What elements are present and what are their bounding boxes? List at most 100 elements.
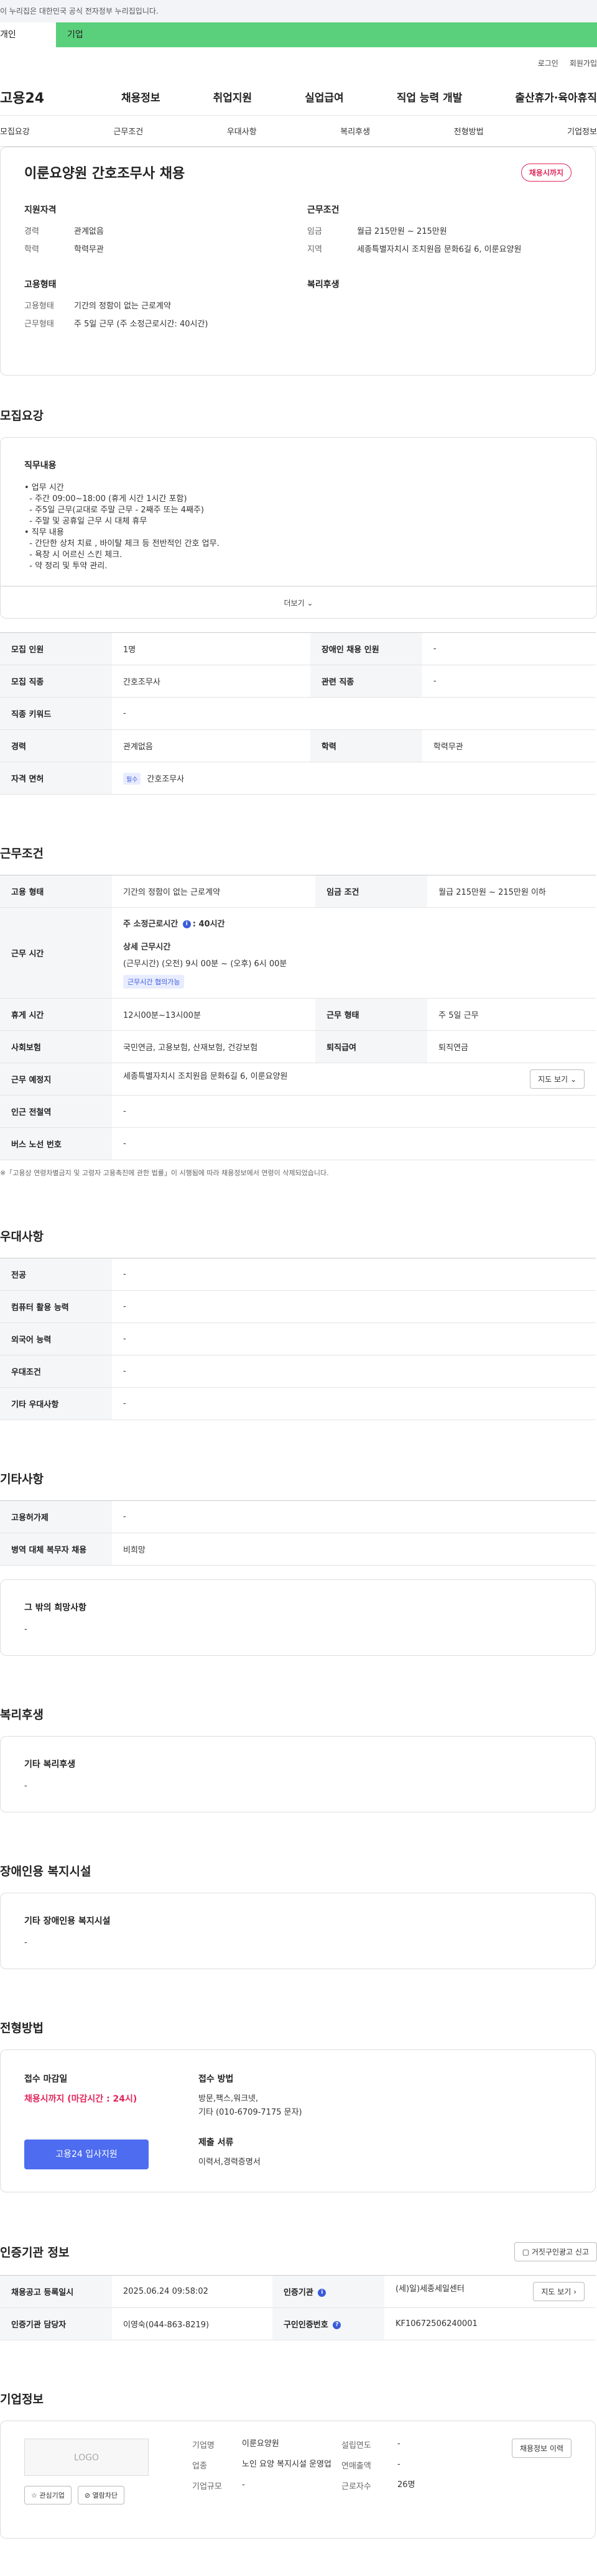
cell-key: 사회보험: [0, 1030, 112, 1063]
company-sales-val: -: [397, 2460, 400, 2469]
recruit-heading: 모집요강: [0, 409, 44, 423]
cell-val: 국민연금, 고용보험, 산재보험, 건강보험: [112, 1030, 316, 1063]
wish-box: 그 밖의 희망사항 -: [0, 1579, 596, 1656]
cell-key: 컴퓨터 활용 능력: [0, 1290, 112, 1323]
summary-emptype-val: 기간의 정함이 없는 근로계약: [74, 302, 171, 311]
tab-company[interactable]: 기업: [56, 22, 597, 47]
section-tab-selection[interactable]: 전형방법: [454, 125, 484, 137]
apply-button[interactable]: 고용24 입사지원: [24, 2140, 149, 2169]
document-icon: ▢: [522, 2248, 530, 2256]
chevron-down-icon: ⌄: [570, 1075, 576, 1084]
job-history-button[interactable]: 채용정보 이력: [511, 2439, 572, 2458]
section-tab-preference[interactable]: 우대사항: [227, 125, 257, 137]
company-founded-val: -: [397, 2439, 400, 2449]
cell-val: 비희망: [112, 1533, 596, 1566]
docs-label: 제출 서류: [198, 2138, 234, 2148]
disability-heading: 장애인용 복지시설: [0, 1865, 91, 1878]
cell-key: 채용공고 등록일시: [0, 2275, 112, 2308]
favorite-company-button[interactable]: ☆ 관심기업: [24, 2486, 72, 2504]
map-button[interactable]: 지도 보기 ⌄: [530, 1069, 585, 1089]
cell-key: 경력: [0, 729, 112, 762]
cell-key: 우대조건: [0, 1355, 112, 1388]
company-industry-val: 노인 요양 복지시설 운영업: [242, 2460, 331, 2469]
section-tab-welfare[interactable]: 복리후생: [340, 125, 370, 137]
duty-line: - 주간 09:00~18:00 (휴게 시간 1시간 포함): [24, 494, 187, 504]
place-val: 세종특별자치시 조치원읍 문화6길 6, 이룬요양원: [123, 1072, 288, 1081]
site-logo[interactable]: 고용24: [0, 87, 68, 107]
utility-bar: 로그인 회원가입: [0, 47, 597, 78]
cell-key: 병역 대체 복무자 채용: [0, 1533, 112, 1566]
cell-val: 기간의 정함이 없는 근로계약: [112, 875, 316, 908]
section-tab-recruit[interactable]: 모집요강: [0, 125, 30, 137]
section-tab-company[interactable]: 기업정보: [567, 125, 597, 137]
more-button[interactable]: 더보기 ⌄: [0, 586, 597, 619]
conditions-table: 고용 형태 기간의 정함이 없는 근로계약 임금 조건 월급 215만원 ~ 2…: [0, 875, 596, 1160]
company-box: LOGO ☆ 관심기업 ⊘ 열람차단 기업명 이룬요양원 설립연도 - 업종 노…: [0, 2421, 596, 2539]
conditions-section-heading: 근무조건: [0, 847, 44, 861]
agency-map-label: 지도 보기: [541, 2287, 572, 2296]
cell-val: -: [112, 1500, 596, 1533]
cell-val: 간호조무사: [112, 665, 310, 698]
cell-key: 퇴직급여: [315, 1030, 428, 1063]
info-icon[interactable]: i: [182, 920, 191, 928]
chevron-down-icon: ⌄: [307, 599, 313, 607]
docs-val: 이력서,경력증명서: [198, 2158, 261, 2167]
employment-type-heading: 고용형태: [24, 280, 57, 290]
cell-key: 인근 전철역: [0, 1095, 112, 1128]
cell-key: 기타 우대사항: [0, 1387, 112, 1420]
summary-wage-val: 월급 215만원 ~ 215만원: [357, 227, 447, 236]
license-cell: 필수 간호조무사: [112, 762, 596, 795]
gnb-unemployment-benefit[interactable]: 실업급여: [305, 89, 344, 104]
company-name-key: 기업명: [192, 2441, 215, 2450]
gnb-skill-development[interactable]: 직업 능력 개발: [397, 89, 463, 104]
duty-line: - 주5일 근무(교대로 주말 근무 - 2째주 또는 4째주): [24, 506, 204, 515]
cell-key: 근무 예정지: [0, 1063, 112, 1096]
star-icon: ☆: [31, 2491, 37, 2500]
hours-detail: (근무시간) (오전) 9시 00분 ~ (오후) 6시 00분: [123, 959, 287, 969]
summary-region-key: 지역: [307, 245, 322, 254]
summary-worktype-val: 주 5일 근무 (주 소정근로시간: 40시간): [74, 320, 208, 329]
duty-line: - 주말 및 공휴일 근무 시 대체 휴무: [24, 517, 147, 526]
fav-label: 관심기업: [39, 2491, 65, 2500]
more-label: 더보기: [284, 599, 305, 607]
method-label: 접수 방법: [198, 2074, 234, 2084]
hours-cell: 주 소정근로시간 i: 40시간 상세 근무시간 (근무시간) (오전) 9시 …: [112, 907, 596, 999]
agency-val-cell: (세)일)세종세일센터 지도 보기 ›: [384, 2275, 596, 2308]
method-val-1: 방문,팩스,워크넷,: [198, 2094, 259, 2103]
report-button[interactable]: ▢ 거짓구인광고 신고: [514, 2242, 597, 2261]
login-link[interactable]: 로그인: [538, 58, 558, 68]
welfare-box-val: -: [24, 1781, 27, 1791]
company-founded-key: 설립연도: [341, 2441, 371, 2450]
duty-heading: 직무내용: [24, 461, 57, 471]
cell-val: -: [112, 1323, 596, 1355]
place-cell: 세종특별자치시 조치원읍 문화6길 6, 이룬요양원 지도 보기 ⌄: [112, 1063, 596, 1096]
duty-line: • 업무 시간: [24, 483, 64, 492]
block-view-button[interactable]: ⊘ 열람차단: [77, 2486, 125, 2504]
cell-key: 고용허가제: [0, 1500, 112, 1533]
required-badge: 필수: [123, 772, 141, 785]
signup-link[interactable]: 회원가입: [570, 58, 597, 68]
age-note: ※「고용상 연령차별금지 및 고령자 고용촉진에 관한 법률」이 시행됨에 따라…: [0, 1169, 329, 1177]
info-icon[interactable]: i: [318, 2289, 326, 2297]
section-tab-conditions[interactable]: 근무조건: [113, 125, 143, 137]
cell-key: 직종 키워드: [0, 697, 112, 730]
agency-map-button[interactable]: 지도 보기 ›: [533, 2282, 585, 2301]
cell-val: 주 5일 근무: [427, 998, 596, 1031]
tab-personal[interactable]: 개인: [0, 22, 56, 47]
cell-val: -: [112, 1387, 596, 1420]
gnb-jobs[interactable]: 채용정보: [121, 89, 160, 104]
summary-wage-key: 임금: [307, 227, 322, 236]
cell-key: 모집 인원: [0, 632, 112, 665]
company-name-val: 이룬요양원: [242, 2439, 279, 2449]
selection-heading: 전형방법: [0, 2021, 44, 2035]
recruit-table: 모집 인원 1명 장애인 채용 인원 - 모집 직종 간호조무사 관련 직종 -…: [0, 632, 596, 795]
info-icon[interactable]: ?: [333, 2321, 341, 2329]
cell-val: -: [112, 1095, 596, 1128]
gnb-parental-leave[interactable]: 출산휴가·육아휴직: [515, 89, 597, 104]
block-label: 열람차단: [92, 2491, 118, 2500]
duty-line: - 약 정리 및 투약 관리.: [24, 561, 108, 571]
hours-main-label: 주 소정근로시간: [123, 920, 178, 929]
summary-career-key: 경력: [24, 227, 39, 236]
gnb-employment-support[interactable]: 취업지원: [213, 89, 252, 104]
cell-val: -: [112, 1290, 596, 1323]
